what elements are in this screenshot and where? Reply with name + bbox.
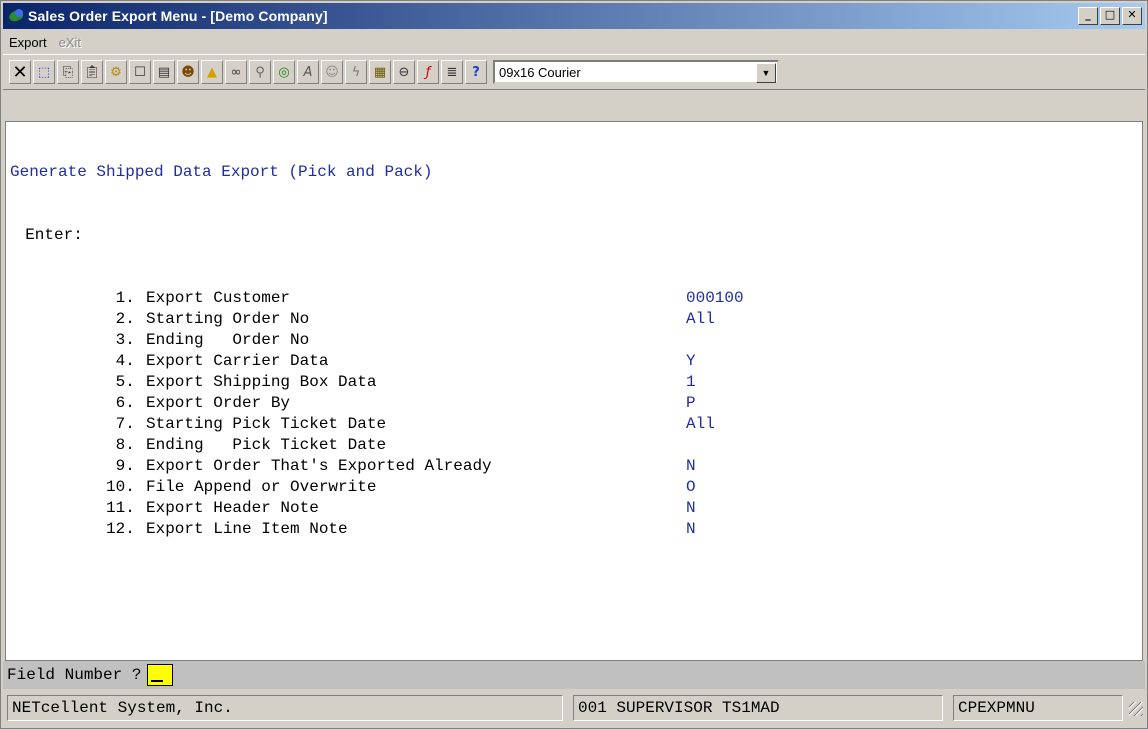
field-value[interactable]: Y — [686, 351, 696, 372]
menu-bar: Export eXit — [3, 31, 1145, 53]
field-number: 4. — [106, 352, 135, 370]
copy-icon[interactable]: ⎘ — [57, 60, 79, 84]
field-label: Starting Order No — [146, 310, 310, 328]
globe-icon[interactable]: ◎ — [273, 60, 295, 84]
field-label: File Append or Overwrite — [146, 478, 377, 496]
field-row: 4. Export Carrier Data Y — [6, 351, 696, 372]
field-label: Ending Order No — [146, 331, 310, 349]
lightning-icon[interactable]: ϟ — [345, 60, 367, 84]
prompt-bar: Field Number ? — [3, 661, 1145, 689]
toolbar: ✕ ⬚ ⎘ 📋︎ ⚙ ☐ ▤ ☻ ▲ ∞ ⚲ ◎ A ☺ ϟ ▦ ⊖ ƒ ≣ ?… — [3, 54, 1145, 90]
field-row: 11. Export Header Note N — [6, 498, 696, 519]
field-row: 2. Starting Order No All — [6, 309, 715, 330]
field-value[interactable]: N — [686, 519, 696, 540]
field-value[interactable]: N — [686, 456, 696, 477]
field-label: Export Customer — [146, 289, 291, 307]
field-number-prompt: Field Number ? — [7, 666, 142, 684]
field-row: 3. Ending Order No — [6, 330, 310, 351]
field-number: 7. — [106, 415, 135, 433]
select-icon[interactable]: ⬚ — [33, 60, 55, 84]
field-number: 9. — [106, 457, 135, 475]
chevron-down-icon[interactable]: ▼ — [756, 63, 776, 83]
settings-icon[interactable]: ⚙ — [105, 60, 127, 84]
field-number: 3. — [106, 331, 135, 349]
status-company: NETcellent System, Inc. — [7, 695, 563, 721]
status-bar: NETcellent System, Inc. 001 SUPERVISOR T… — [3, 691, 1145, 725]
help-person-icon[interactable]: ☺ — [321, 60, 343, 84]
field-value[interactable]: 000100 — [686, 288, 744, 309]
field-row: 12. Export Line Item Note N — [6, 519, 696, 540]
field-row: 1. Export Customer 000100 — [6, 288, 744, 309]
terminal-screen: Generate Shipped Data Export (Pick and P… — [5, 121, 1143, 661]
resize-grip[interactable] — [1125, 698, 1145, 718]
menu-exit[interactable]: eXit — [53, 35, 87, 50]
minimize-button[interactable]: _ — [1078, 7, 1098, 25]
field-number-input[interactable] — [147, 664, 174, 686]
status-user: 001 SUPERVISOR TS1MAD — [573, 695, 943, 721]
field-row: 9. Export Order That's Exported Already N — [6, 456, 696, 477]
notes-icon[interactable]: ≣ — [441, 60, 463, 84]
field-number: 5. — [106, 373, 135, 391]
properties-icon[interactable]: ☐ — [129, 60, 151, 84]
field-value[interactable]: All — [686, 309, 715, 330]
field-value[interactable]: All — [686, 414, 715, 435]
user-icon[interactable]: ☻ — [177, 60, 199, 84]
font-selector[interactable]: 09x16 Courier ▼ — [493, 60, 779, 84]
field-label: Export Order That's Exported Already — [146, 457, 492, 475]
field-row: 8. Ending Pick Ticket Date — [6, 435, 386, 456]
field-label: Export Order By — [146, 394, 291, 412]
field-number: 10. — [106, 478, 135, 496]
status-program: CPEXPMNU — [953, 695, 1123, 721]
field-value[interactable]: N — [686, 498, 696, 519]
screen-heading: Generate Shipped Data Export (Pick and P… — [10, 163, 433, 181]
function-icon[interactable]: ƒ — [417, 60, 439, 84]
field-row: 5. Export Shipping Box Data 1 — [6, 372, 696, 393]
list-icon[interactable]: ▤ — [153, 60, 175, 84]
link-icon[interactable]: ⊖ — [393, 60, 415, 84]
close-window-button[interactable]: ✕ — [1122, 7, 1142, 25]
font-selector-value: 09x16 Courier — [499, 64, 581, 80]
field-row: 10. File Append or Overwrite O — [6, 477, 696, 498]
app-logo-icon — [7, 7, 25, 25]
zoom-icon[interactable]: ⚲ — [249, 60, 271, 84]
field-number: 12. — [106, 520, 135, 538]
close-icon[interactable]: ✕ — [9, 60, 31, 84]
field-value[interactable]: P — [686, 393, 696, 414]
field-label: Export Line Item Note — [146, 520, 348, 538]
field-value[interactable]: 1 — [686, 372, 696, 393]
field-label: Starting Pick Ticket Date — [146, 415, 387, 433]
app-window: Sales Order Export Menu - [Demo Company]… — [0, 0, 1148, 729]
field-number: 11. — [106, 499, 135, 517]
field-row: 7. Starting Pick Ticket Date All — [6, 414, 715, 435]
window-title: Sales Order Export Menu - [Demo Company] — [28, 8, 328, 24]
field-number: 6. — [106, 394, 135, 412]
maximize-button[interactable]: □ — [1100, 7, 1120, 25]
field-label: Export Shipping Box Data — [146, 373, 377, 391]
field-value[interactable]: O — [686, 477, 696, 498]
field-number: 2. — [106, 310, 135, 328]
field-label: Ending Pick Ticket Date — [146, 436, 387, 454]
calculator-icon[interactable]: ▦ — [369, 60, 391, 84]
alert-icon[interactable]: ▲ — [201, 60, 223, 84]
whats-this-icon[interactable]: ? — [465, 60, 487, 84]
field-number: 8. — [106, 436, 135, 454]
binoculars-icon[interactable]: ∞ — [225, 60, 247, 84]
field-row: 6. Export Order By P — [6, 393, 696, 414]
font-icon[interactable]: A — [297, 60, 319, 84]
field-label: Export Header Note — [146, 499, 319, 517]
enter-label: Enter: — [6, 226, 83, 244]
menu-export[interactable]: Export — [3, 35, 53, 50]
title-bar: Sales Order Export Menu - [Demo Company]… — [3, 3, 1145, 29]
field-number: 1. — [106, 289, 135, 307]
field-label: Export Carrier Data — [146, 352, 329, 370]
paste-icon[interactable]: 📋︎ — [81, 60, 103, 84]
